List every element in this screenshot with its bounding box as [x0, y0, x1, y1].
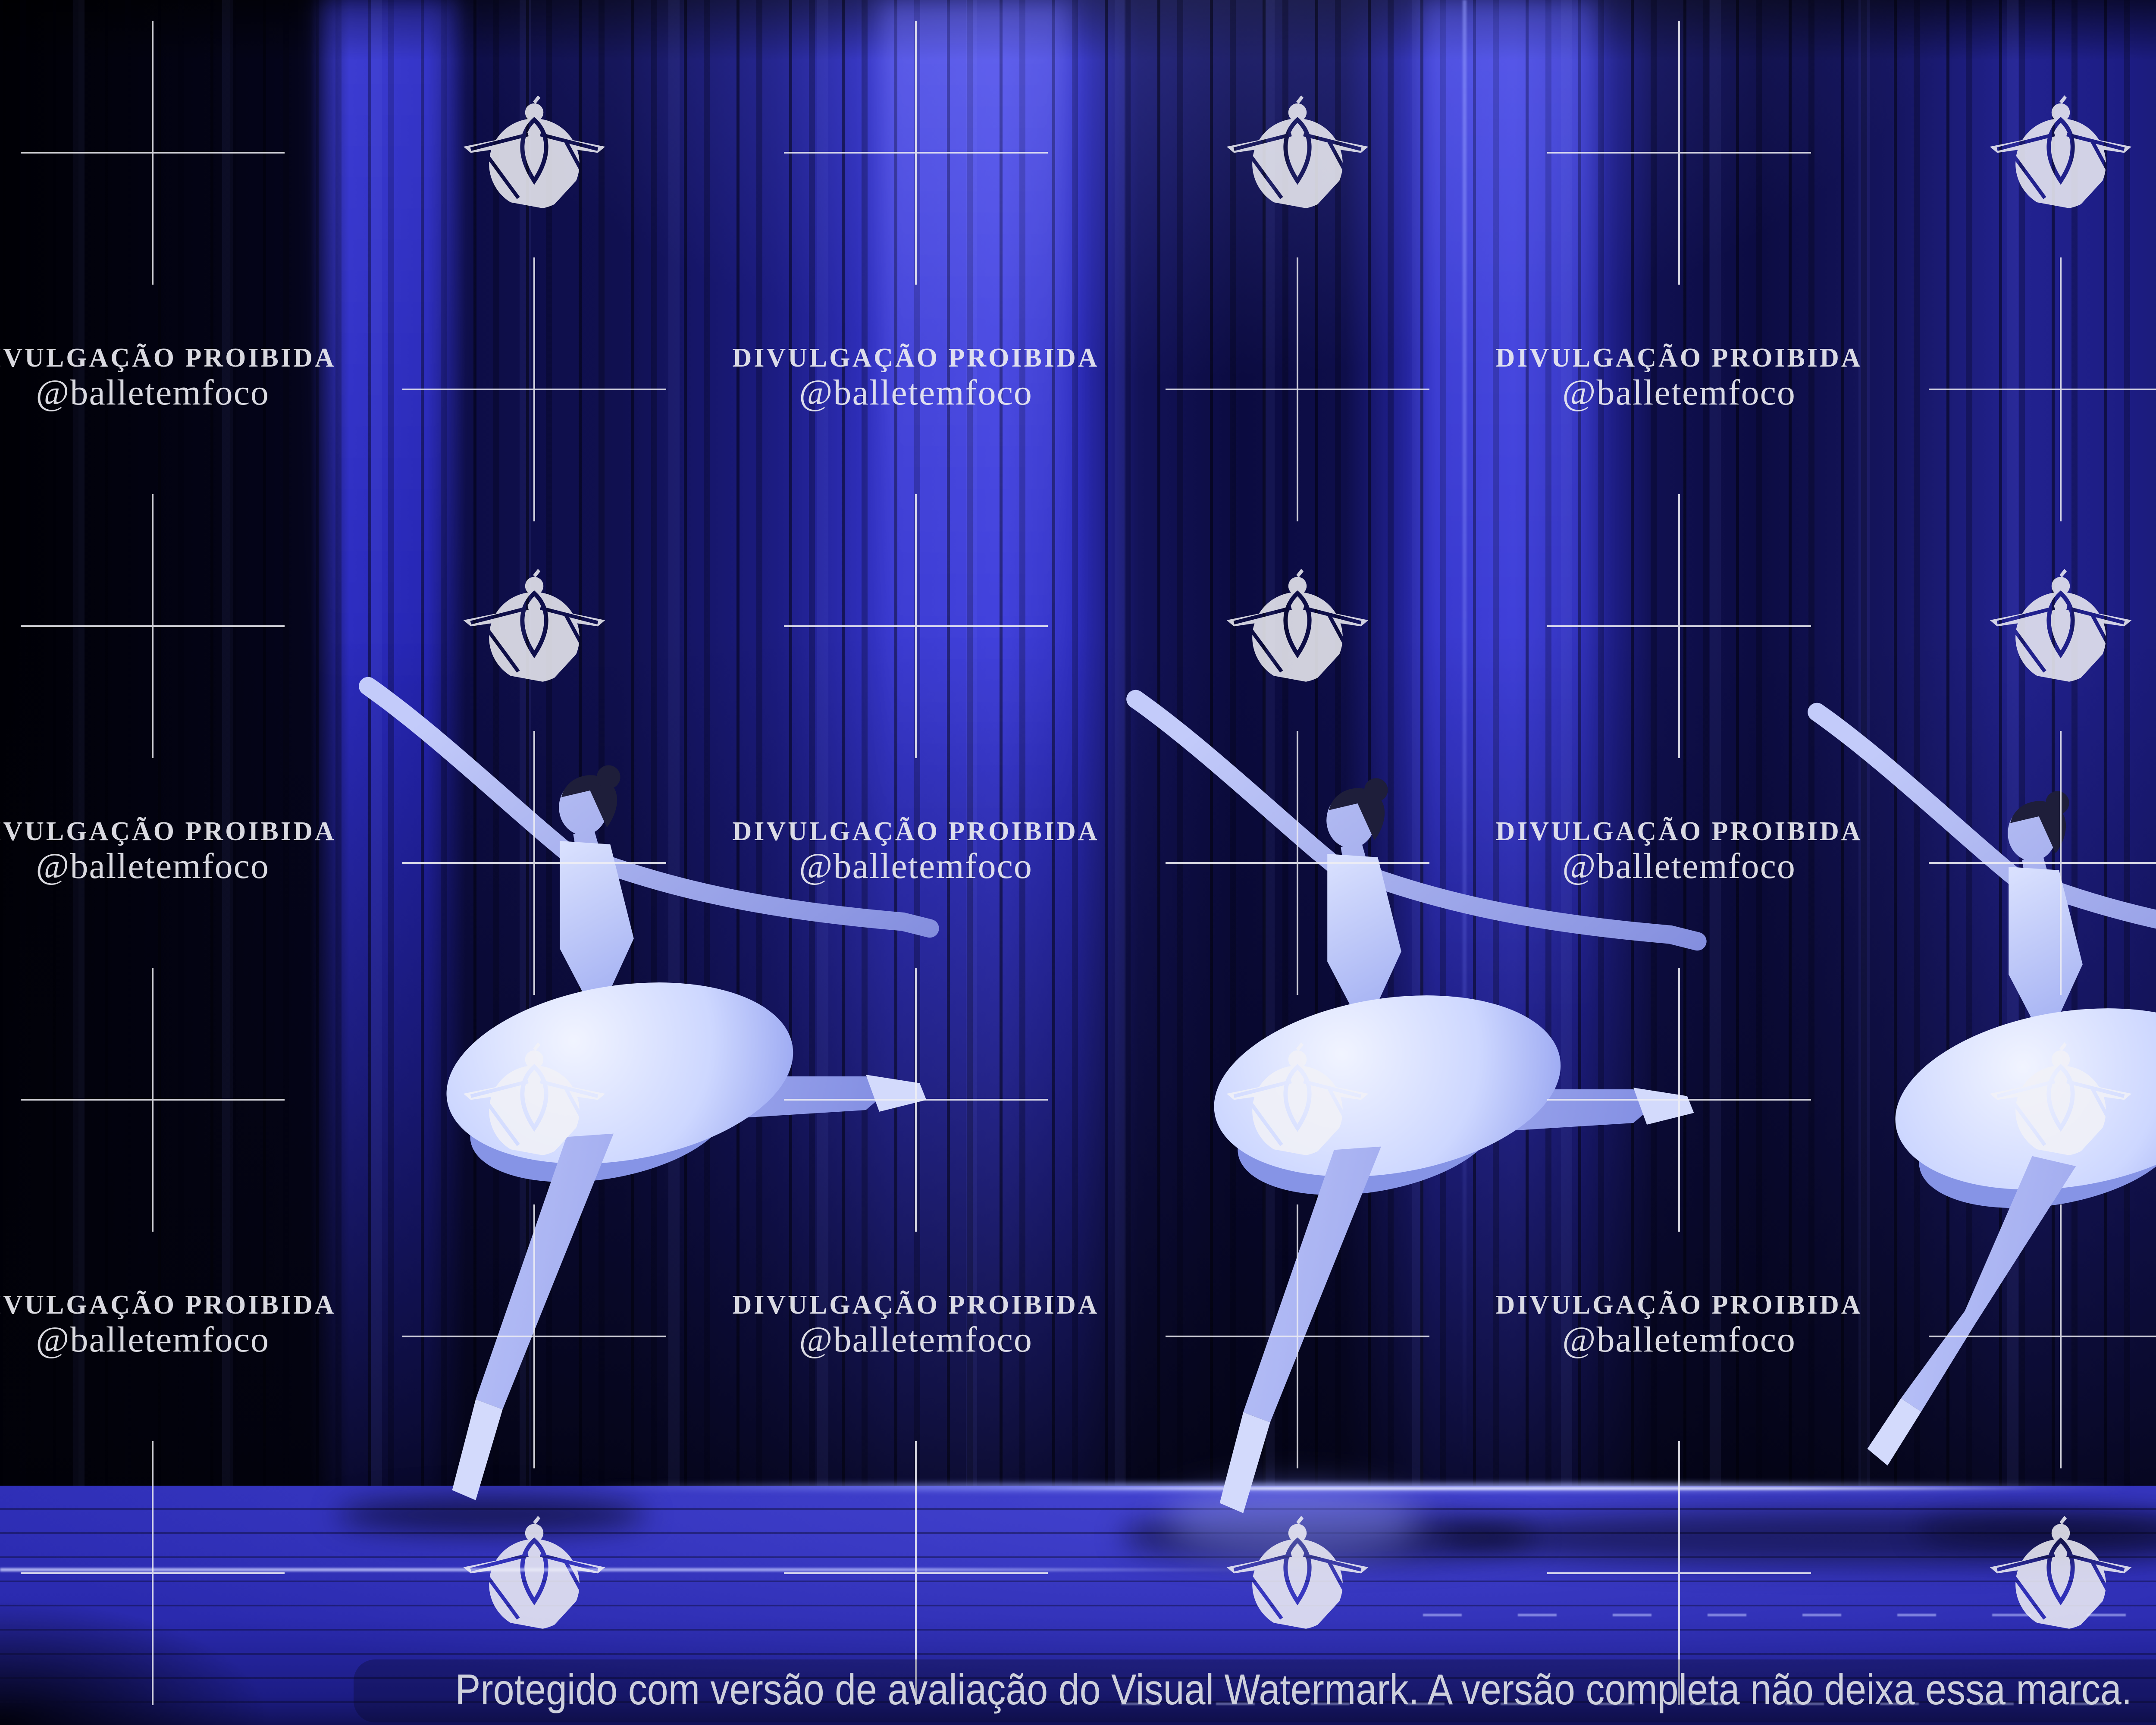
ballerina-center	[1095, 686, 1768, 1527]
protection-notice-text: Protegido com versão de avaliação do Vis…	[155, 1668, 2156, 1711]
ballerina-left	[328, 673, 1000, 1514]
floor-highlight-streak	[0, 1568, 1272, 1571]
stage-photo: DIVULGAÇÃO PROIBIDA@balletemfocoDIVULGAÇ…	[0, 0, 2156, 1725]
ballerina-right	[1777, 699, 2156, 1540]
protection-notice-label: Protegido com versão de avaliação do Vis…	[455, 1665, 2132, 1714]
floor-sparkle-line	[1423, 1614, 2156, 1616]
